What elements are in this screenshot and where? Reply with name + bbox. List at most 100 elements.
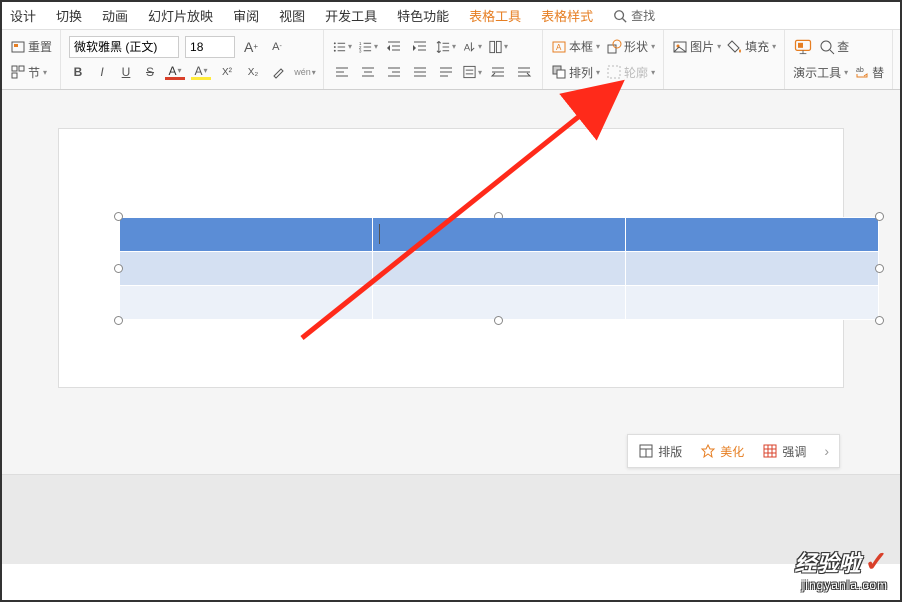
line-spacing-button[interactable]: ▾ [436, 37, 456, 57]
highlight-button[interactable]: A▾ [191, 64, 211, 80]
chevron-right-icon[interactable]: › [824, 443, 829, 459]
table-selection[interactable] [119, 217, 879, 320]
align-left-button[interactable] [332, 62, 352, 82]
menu-design[interactable]: 设计 [10, 6, 36, 25]
section-icon [10, 64, 26, 80]
shape-icon [606, 39, 622, 55]
resize-handle-tr[interactable] [875, 212, 884, 221]
increase-font-button[interactable]: A+ [241, 37, 261, 57]
textbox-icon: A [551, 39, 567, 55]
menu-bar: 设计 切换 动画 幻灯片放映 审阅 视图 开发工具 特色功能 表格工具 表格样式… [2, 2, 900, 30]
italic-button[interactable]: I [93, 62, 111, 82]
align-justify-button[interactable] [410, 62, 430, 82]
find-button[interactable]: 查 [819, 38, 849, 55]
svg-text:3: 3 [359, 48, 362, 53]
emphasis-button[interactable]: 强调 [762, 443, 806, 460]
outline-icon [606, 64, 622, 80]
resize-handle-ml[interactable] [114, 264, 123, 273]
present-icon-button[interactable] [793, 37, 813, 57]
font-size-select[interactable] [185, 36, 235, 58]
layout-button[interactable]: 排版 [638, 443, 682, 460]
section-button[interactable]: 节▾ [10, 64, 47, 81]
ribbon: 重置 节▾ A+ A- B I U S A▾ A▾ X² X₂ wén▾ [2, 30, 900, 90]
ribbon-group-tools: 查 演示工具▾ ab 替 [785, 30, 893, 89]
resize-handle-bm[interactable] [494, 316, 503, 325]
underline-button[interactable]: U [117, 62, 135, 82]
slide[interactable] [58, 128, 844, 388]
rtl-button[interactable] [488, 62, 508, 82]
svg-text:A: A [556, 43, 562, 52]
present-tools-button[interactable]: 演示工具▾ [793, 64, 848, 81]
indent-increase-button[interactable] [410, 37, 430, 57]
resize-handle-tl[interactable] [114, 212, 123, 221]
search-box[interactable]: 查找 [613, 7, 655, 24]
float-toolbar: 排版 美化 强调 › [627, 434, 840, 468]
search-label: 查找 [631, 7, 655, 24]
beautify-button[interactable]: 美化 [700, 443, 744, 460]
reset-button[interactable]: 重置 [10, 38, 52, 55]
fill-icon [727, 39, 743, 55]
valign-button[interactable]: ▾ [462, 62, 482, 82]
font-color-button[interactable]: A▾ [165, 64, 185, 80]
menu-table-tools[interactable]: 表格工具 [469, 6, 521, 25]
svg-text:ab: ab [856, 67, 864, 74]
outline-button[interactable]: 轮廓▾ [606, 64, 655, 81]
bold-button[interactable]: B [69, 62, 87, 82]
table-row[interactable] [120, 218, 879, 252]
fill-button[interactable]: 填充▾ [727, 38, 776, 55]
menu-transition[interactable]: 切换 [56, 6, 82, 25]
align-center-button[interactable] [358, 62, 378, 82]
ribbon-group-paragraph: ▾ 123▾ ▾ A▾ ▾ ▾ [324, 30, 543, 89]
number-list-button[interactable]: 123▾ [358, 37, 378, 57]
align-right-button[interactable] [384, 62, 404, 82]
menu-devtools[interactable]: 开发工具 [325, 6, 377, 25]
replace-icon: ab [854, 64, 870, 80]
find-icon [819, 39, 835, 55]
decrease-font-button[interactable]: A- [267, 37, 287, 57]
arrange-icon [551, 64, 567, 80]
phonetic-button[interactable]: wén▾ [295, 62, 315, 82]
resize-handle-br[interactable] [875, 316, 884, 325]
inserted-table[interactable] [119, 217, 879, 320]
align-distribute-button[interactable] [436, 62, 456, 82]
indent-decrease-button[interactable] [384, 37, 404, 57]
menu-animation[interactable]: 动画 [102, 6, 128, 25]
clear-format-button[interactable] [269, 62, 289, 82]
ribbon-group-insert: A 本框▾ 形状▾ 排列▾ 轮廓▾ [543, 30, 664, 89]
textbox-button[interactable]: A 本框▾ [551, 38, 600, 55]
picture-button[interactable]: 图片▾ [672, 38, 721, 55]
checkmark-icon: ✓ [865, 546, 888, 577]
font-name-select[interactable] [69, 36, 179, 58]
bottom-strip [2, 474, 900, 564]
emphasis-icon [762, 443, 778, 459]
menu-features[interactable]: 特色功能 [397, 6, 449, 25]
resize-handle-bl[interactable] [114, 316, 123, 325]
arrange-button[interactable]: 排列▾ [551, 64, 600, 81]
table-row[interactable] [120, 252, 879, 286]
resize-handle-mr[interactable] [875, 264, 884, 273]
search-icon [613, 9, 627, 23]
ltr-button[interactable] [514, 62, 534, 82]
replace-button[interactable]: ab 替 [854, 64, 884, 81]
present-icon [793, 37, 813, 57]
table-row[interactable] [120, 286, 879, 320]
svg-text:A: A [464, 42, 471, 52]
reset-icon [10, 39, 26, 55]
watermark-title: 经验啦 [795, 551, 861, 576]
menu-view[interactable]: 视图 [279, 6, 305, 25]
watermark-url: jingyanla.com [795, 578, 888, 592]
columns-button[interactable]: ▾ [488, 37, 508, 57]
picture-icon [672, 39, 688, 55]
bullet-list-button[interactable]: ▾ [332, 37, 352, 57]
text-direction-button[interactable]: A▾ [462, 37, 482, 57]
strike-button[interactable]: S [141, 62, 159, 82]
watermark: 经验啦✓ jingyanla.com [795, 545, 888, 592]
menu-slideshow[interactable]: 幻灯片放映 [148, 6, 213, 25]
menu-table-style[interactable]: 表格样式 [541, 6, 593, 25]
subscript-button[interactable]: X₂ [243, 62, 263, 82]
superscript-button[interactable]: X² [217, 62, 237, 82]
ribbon-group-font: A+ A- B I U S A▾ A▾ X² X₂ wén▾ [61, 30, 324, 89]
shape-button[interactable]: 形状▾ [606, 38, 655, 55]
menu-review[interactable]: 审阅 [233, 6, 259, 25]
canvas-area: 排版 美化 强调 › [2, 90, 900, 564]
